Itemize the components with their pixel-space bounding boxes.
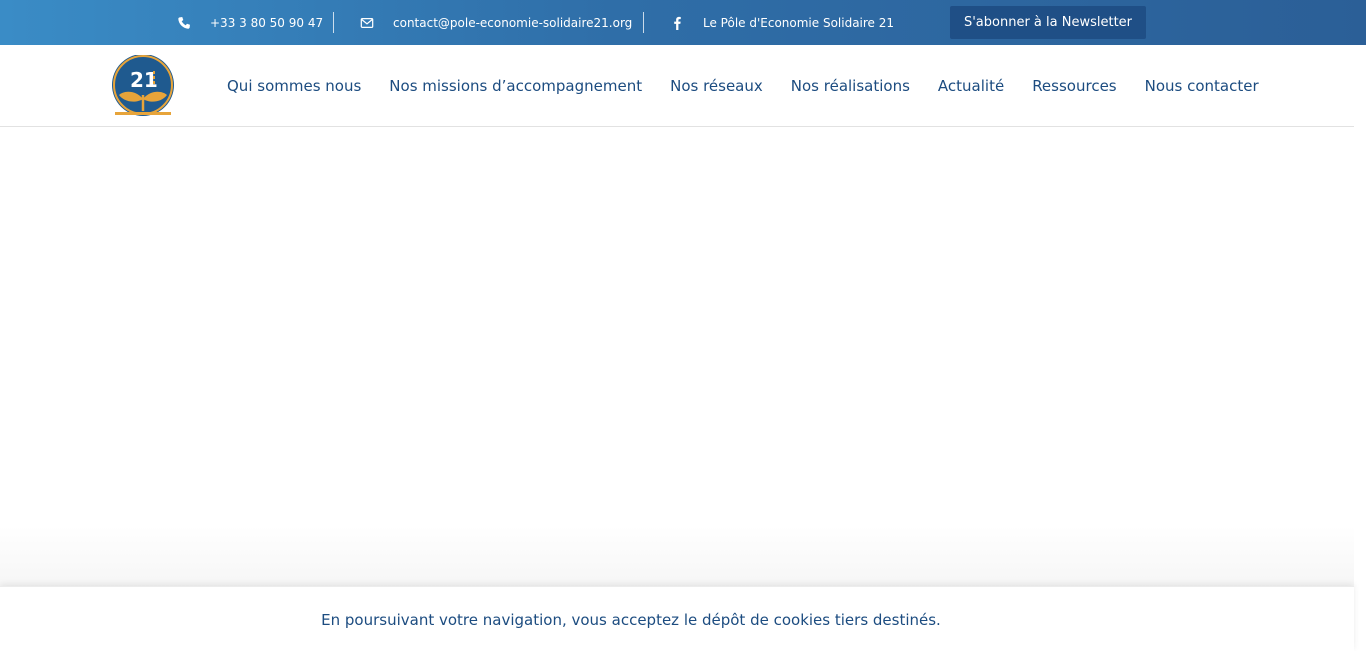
phone-icon [176, 15, 192, 31]
top-bar: +33 3 80 50 90 47 contact@pole-economie-… [0, 0, 1366, 45]
page-edge [1354, 45, 1366, 651]
main-navigation: Qui sommes nous Nos missions d’accompagn… [213, 45, 1273, 127]
facebook-link[interactable]: Le Pôle d'Economie Solidaire 21 [669, 0, 894, 45]
email-address: contact@pole-economie-solidaire21.org [393, 15, 633, 30]
main-header: 21 Qui sommes nous Nos missions d’accomp… [0, 45, 1366, 127]
divider [333, 12, 334, 33]
newsletter-subscribe-button[interactable]: S'abonner à la Newsletter [950, 6, 1146, 39]
nav-item-ressources[interactable]: Ressources [1018, 45, 1130, 127]
main-content [0, 127, 1366, 586]
divider [643, 12, 644, 33]
nav-item-realisations[interactable]: Nos réalisations [777, 45, 924, 127]
nav-item-actualite[interactable]: Actualité [924, 45, 1018, 127]
site-logo[interactable]: 21 [109, 54, 177, 117]
content-fade [0, 526, 1366, 586]
cookie-notice-text: En poursuivant votre navigation, vous ac… [321, 610, 941, 629]
email-contact[interactable]: contact@pole-economie-solidaire21.org [359, 0, 632, 45]
nav-item-reseaux[interactable]: Nos réseaux [656, 45, 777, 127]
facebook-page-name: Le Pôle d'Economie Solidaire 21 [703, 15, 895, 30]
phone-contact[interactable]: +33 3 80 50 90 47 [176, 0, 323, 45]
cookie-banner: En poursuivant votre navigation, vous ac… [0, 586, 1354, 651]
phone-number: +33 3 80 50 90 47 [210, 15, 324, 30]
nav-item-contact[interactable]: Nous contacter [1131, 45, 1273, 127]
envelope-icon [359, 15, 375, 31]
nav-item-qui-sommes-nous[interactable]: Qui sommes nous [213, 45, 375, 127]
nav-item-missions[interactable]: Nos missions d’accompagnement [375, 45, 656, 127]
facebook-icon [669, 15, 685, 31]
